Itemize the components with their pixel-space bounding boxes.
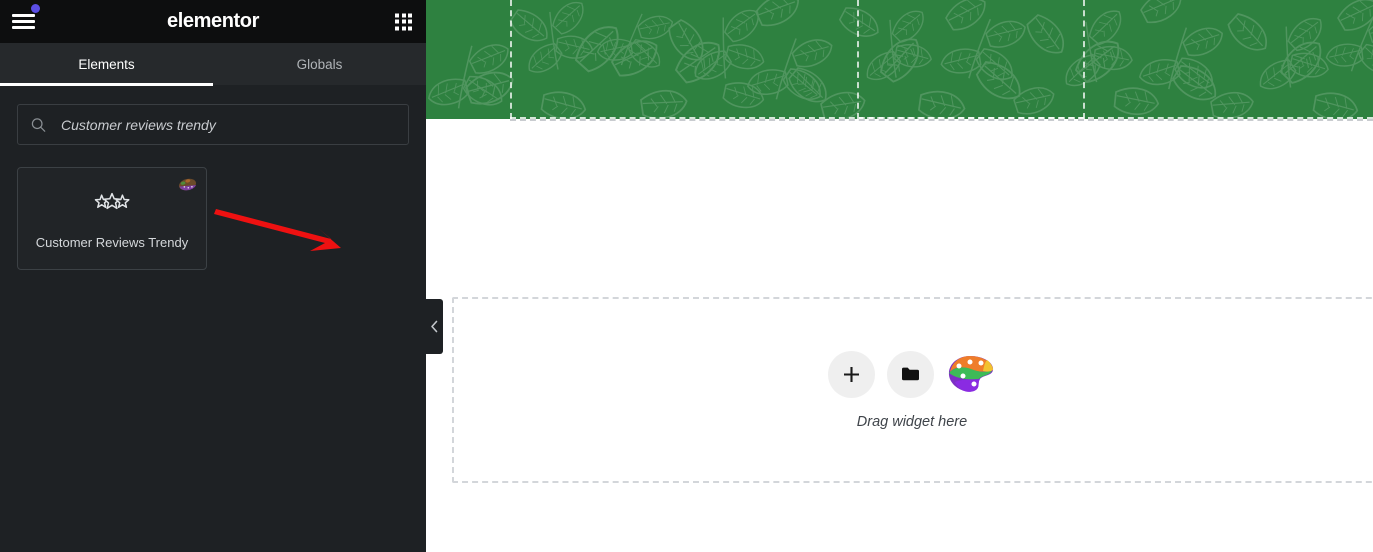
hero-section[interactable]: [426, 0, 1373, 119]
dropzone-label: Drag widget here: [856, 413, 968, 430]
grid-cell: [395, 19, 399, 24]
grid-cell: [401, 26, 406, 30]
chevron-left-icon: [431, 320, 438, 333]
elementor-editor: elementor Elements Globals Customer revi…: [0, 0, 1373, 552]
widget-dropzone[interactable]: Drag widget here: [452, 297, 1373, 483]
palette-badge-icon: [178, 178, 197, 191]
three-stars-icon: [94, 192, 130, 209]
grid-cell: [408, 13, 412, 17]
panel-header: elementor: [0, 0, 426, 43]
tab-globals[interactable]: Globals: [213, 43, 426, 85]
plus-icon: [844, 366, 859, 382]
search-section: [0, 86, 426, 145]
widget-card-label: Customer Reviews Trendy: [35, 234, 189, 250]
grid-cell: [401, 13, 406, 17]
dropzone-actions: [828, 350, 996, 398]
hamburger-bar: [12, 26, 35, 29]
widget-list: Customer Reviews Trendy: [0, 145, 426, 270]
search-box[interactable]: [17, 104, 409, 145]
apps-grid-icon[interactable]: [395, 13, 412, 30]
widget-card-customer-reviews-trendy[interactable]: Customer Reviews Trendy: [17, 167, 207, 270]
color-palette-icon[interactable]: [946, 354, 996, 394]
notification-dot: [31, 4, 40, 13]
search-input[interactable]: [18, 116, 408, 133]
hamburger-bar: [12, 14, 35, 17]
search-icon: [31, 117, 46, 132]
widget-panel: elementor Elements Globals Customer revi…: [0, 0, 426, 552]
elementor-logo: elementor: [167, 10, 259, 32]
grid-cell: [408, 26, 412, 30]
tab-elements[interactable]: Elements: [0, 43, 213, 86]
grid-cell: [408, 19, 412, 24]
grid-cell: [395, 26, 399, 30]
hamburger-menu-icon[interactable]: [12, 11, 38, 33]
hero-column-box[interactable]: [857, 0, 1085, 119]
page-canvas: Drag widget here: [426, 0, 1373, 552]
tab-globals-label: Globals: [296, 56, 343, 72]
section-outer-guide: [510, 119, 1373, 121]
panel-collapse-handle[interactable]: [426, 299, 443, 354]
grid-cell: [395, 13, 399, 17]
tab-elements-label: Elements: [78, 56, 135, 72]
hamburger-bar: [12, 20, 35, 23]
folder-icon: [902, 367, 919, 381]
open-template-library-button[interactable]: [887, 350, 934, 398]
hero-column-guide-left: [510, 0, 512, 119]
add-element-button[interactable]: [828, 350, 875, 398]
panel-tabs: Elements Globals: [0, 43, 426, 86]
grid-cell: [401, 19, 406, 24]
